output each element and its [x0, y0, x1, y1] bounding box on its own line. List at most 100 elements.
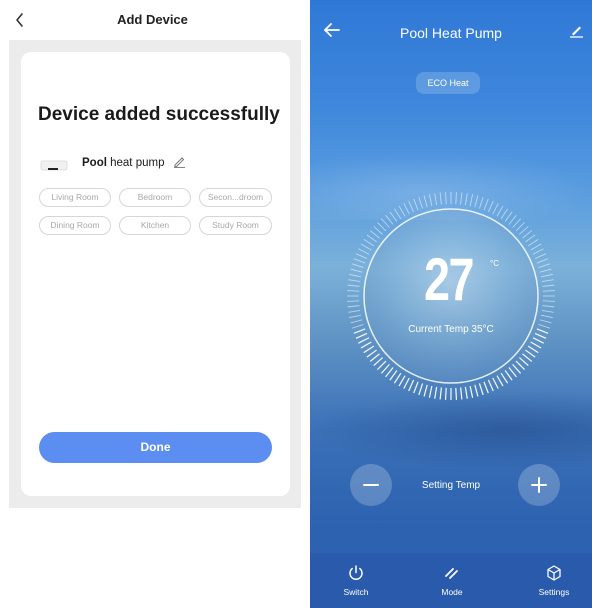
dial-tick [460, 192, 463, 205]
dial-tick [455, 192, 457, 205]
increase-temp-button[interactable] [518, 464, 560, 506]
tab-switch-label: Switch [343, 587, 369, 597]
dial-tick [389, 211, 398, 222]
mode-icon [445, 568, 458, 579]
dial-tick [487, 379, 494, 392]
dial-tick [423, 384, 428, 397]
dial-tick [460, 387, 463, 400]
tab-settings-label: Settings [538, 587, 570, 597]
dial-tick [398, 205, 406, 217]
dial-tick [464, 386, 468, 399]
dial-tick [445, 192, 447, 205]
room-chip-bedroom[interactable]: Bedroom [119, 188, 191, 207]
dial-tick [455, 387, 458, 400]
dial-tick [408, 379, 415, 392]
dial-tick [525, 349, 536, 358]
tab-settings[interactable]: Settings [524, 560, 584, 604]
dial-tick [408, 200, 414, 213]
dial-tick [403, 377, 410, 389]
dial-tick [478, 383, 484, 396]
done-button[interactable]: Done [39, 432, 272, 463]
dial-tick [366, 234, 377, 243]
dial-tick [536, 258, 549, 264]
dial-tick [508, 214, 517, 225]
dial-tick [369, 353, 380, 362]
dial-tick [444, 387, 447, 400]
dial-tick [385, 214, 394, 225]
dial-tick [363, 238, 375, 247]
plus-icon [531, 477, 547, 493]
dial-tick [522, 230, 533, 239]
room-chip-kitchen[interactable]: Kitchen [119, 216, 191, 235]
dial-tick [358, 248, 370, 255]
dial-tick [504, 370, 513, 381]
dial-tick [418, 196, 423, 209]
mode-badge[interactable]: ECO Heat [416, 72, 480, 94]
room-chip-dining-room[interactable]: Dining Room [39, 216, 111, 235]
dial-tick [474, 384, 479, 397]
dial-tick [385, 367, 394, 378]
dial-tick [413, 381, 419, 394]
success-heading: Device added successfully [38, 104, 280, 125]
edit-pencil-icon[interactable] [173, 155, 186, 168]
dial-tick [377, 222, 387, 232]
device-title: Pool Heat Pump [400, 25, 502, 41]
tab-switch[interactable]: Switch [326, 560, 386, 604]
dial-tick [519, 226, 529, 235]
edit-pencil-icon[interactable] [569, 23, 584, 38]
dial-tick [492, 377, 499, 389]
dial-tick [515, 360, 525, 370]
dial-tick [492, 203, 499, 215]
dial-tick [530, 341, 542, 349]
dial-tick [380, 363, 390, 374]
room-chip-second-bedroom[interactable]: Secon...droom [199, 188, 272, 207]
dial-tick [539, 319, 552, 324]
pool-heat-pump-screen: Pool Heat Pump ECO Heat 27 °C Current Te… [310, 0, 592, 608]
device-name: Pool heat pump [82, 157, 164, 169]
dial-tick [539, 268, 552, 273]
dial-tick [474, 195, 479, 208]
dial-tick [488, 200, 494, 213]
room-chip-study-room[interactable]: Study Room [199, 216, 272, 235]
dial-tick [347, 305, 360, 308]
dial-tick [469, 385, 474, 398]
dial-tick [542, 284, 555, 287]
dial-tick [393, 372, 402, 384]
dial-tick [522, 353, 533, 362]
tab-mode-label: Mode [441, 587, 463, 597]
dial-tick [540, 273, 553, 278]
dial-tick [369, 230, 380, 239]
room-chip-living-room[interactable]: Living Room [39, 188, 111, 207]
settings-cube-icon [547, 565, 561, 581]
dial-tick [525, 234, 536, 243]
tab-mode[interactable]: Mode [422, 560, 482, 604]
dial-tick [403, 203, 410, 215]
dial-tick [541, 279, 554, 283]
dial-tick [542, 305, 555, 308]
dial-tick [348, 309, 361, 313]
dial-tick [532, 248, 544, 255]
dial-tick [508, 367, 517, 378]
dial-tick [349, 273, 362, 278]
dial-tick [439, 387, 442, 400]
device-name-rest: heat pump [106, 157, 165, 169]
dial-tick [530, 243, 542, 251]
header-bar: Add Device [0, 0, 305, 40]
dial-tick [439, 192, 442, 205]
dial-tick [398, 375, 406, 387]
dial-tick [423, 195, 428, 208]
dial-tick [434, 386, 438, 399]
dial-tick [353, 258, 366, 264]
dial-tick [469, 194, 474, 207]
dial-tick [496, 205, 504, 217]
dial-tick [413, 198, 419, 211]
current-temperature: Current Temp 35°C [408, 324, 494, 335]
dial-tick [350, 268, 363, 273]
dial-tick [389, 370, 398, 381]
dial-tick [355, 253, 368, 259]
dial-tick [540, 314, 553, 319]
device-name-bold: Pool [82, 157, 107, 169]
dial-tick [534, 253, 547, 259]
power-icon [349, 565, 363, 580]
dial-tick [464, 193, 468, 206]
